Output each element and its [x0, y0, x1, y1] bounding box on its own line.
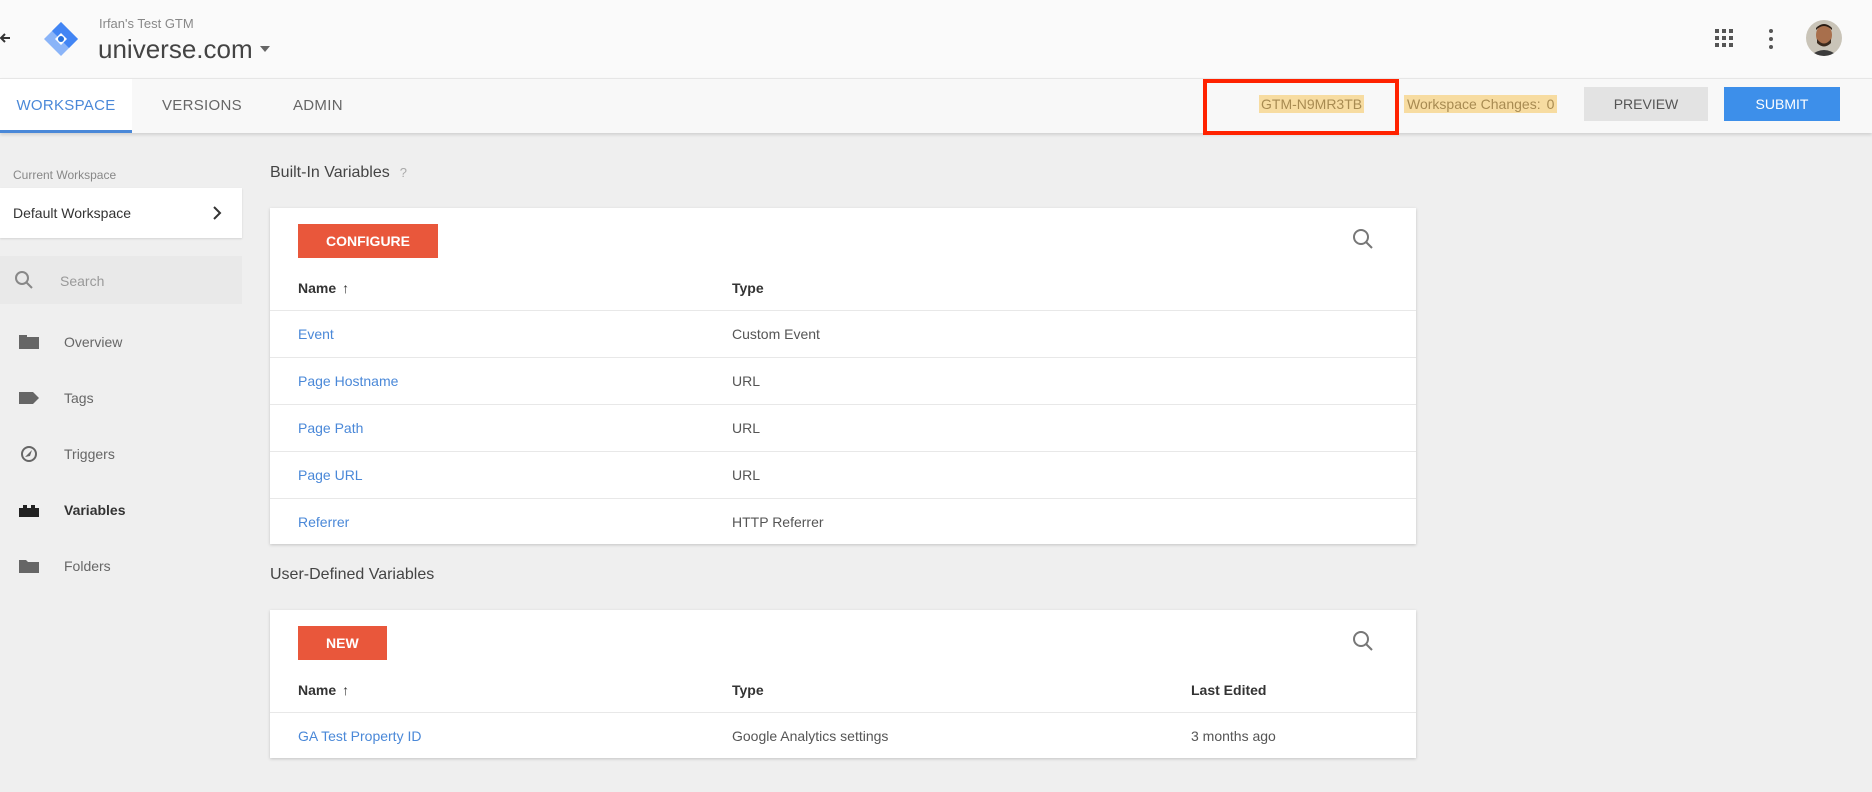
top-bar: Irfan's Test GTM universe.com	[0, 0, 1872, 78]
account-name: Irfan's Test GTM	[99, 16, 194, 31]
workspace-changes-label: Workspace Changes:	[1407, 96, 1541, 112]
variable-name-link[interactable]: Page URL	[298, 467, 363, 483]
variable-type: URL	[732, 420, 761, 436]
column-header-name-text: Name	[298, 682, 337, 698]
table-row[interactable]: Event Custom Event	[270, 310, 1416, 358]
column-header-type: Type	[732, 682, 764, 698]
tag-icon	[19, 392, 39, 404]
variable-type: HTTP Referrer	[732, 514, 824, 530]
builtin-variables-title: Built-In Variables?	[270, 164, 407, 182]
user-defined-variables-card: NEW Name ↑ Type Last Edited GA Test Prope…	[270, 610, 1416, 758]
sidebar-item-folders[interactable]: Folders	[0, 548, 242, 584]
builtin-variables-title-text: Built-In Variables	[270, 164, 390, 181]
column-header-last-edited: Last Edited	[1191, 682, 1267, 698]
column-header-name[interactable]: Name ↑	[298, 682, 349, 698]
variable-name-link[interactable]: Page Hostname	[298, 373, 398, 389]
search-input[interactable]	[58, 269, 232, 293]
workspace-changes[interactable]: Workspace Changes: 0	[1404, 95, 1558, 113]
current-workspace-name: Default Workspace	[13, 205, 132, 221]
variable-type: Google Analytics settings	[732, 728, 889, 744]
table-row[interactable]: Page Path URL	[270, 404, 1416, 452]
preview-button[interactable]: PREVIEW	[1584, 87, 1708, 121]
sidebar-item-label: Triggers	[64, 446, 115, 462]
sidebar-search	[0, 256, 242, 304]
search-icon	[15, 271, 33, 289]
variable-name-link[interactable]: Event	[298, 326, 334, 342]
column-header-name-text: Name	[298, 280, 337, 296]
help-icon[interactable]: ?	[400, 165, 407, 180]
back-arrow-icon[interactable]	[0, 28, 14, 48]
table-row[interactable]: GA Test Property ID Google Analytics set…	[270, 712, 1416, 760]
gtm-logo-icon	[44, 22, 78, 56]
container-name: universe.com	[98, 33, 253, 64]
column-header-type: Type	[732, 280, 764, 296]
variables-icon	[19, 505, 39, 517]
sidebar-item-variables[interactable]: Variables	[0, 492, 242, 528]
tab-versions[interactable]: VERSIONS	[162, 79, 242, 133]
sort-arrow-icon: ↑	[342, 682, 350, 698]
folder-icon	[19, 560, 39, 573]
sidebar-item-label: Overview	[64, 334, 123, 350]
workspace-changes-count: 0	[1546, 96, 1555, 112]
variable-type: Custom Event	[732, 326, 820, 342]
tab-workspace[interactable]: WORKSPACE	[0, 79, 132, 133]
sidebar-item-triggers[interactable]: Triggers	[0, 436, 242, 472]
variable-name-link[interactable]: GA Test Property ID	[298, 728, 421, 744]
overview-icon	[19, 335, 39, 349]
avatar[interactable]	[1806, 20, 1842, 56]
sidebar-item-tags[interactable]: Tags	[0, 380, 242, 416]
sidebar-item-overview[interactable]: Overview	[0, 324, 242, 360]
trigger-icon	[21, 446, 37, 462]
tab-admin[interactable]: ADMIN	[293, 79, 343, 133]
variable-type: URL	[732, 467, 761, 483]
table-row[interactable]: Page URL URL	[270, 451, 1416, 499]
chevron-right-icon	[213, 206, 222, 220]
variable-name-link[interactable]: Page Path	[298, 420, 363, 436]
submit-button[interactable]: SUBMIT	[1724, 87, 1840, 121]
sidebar-item-label: Tags	[64, 390, 94, 406]
last-edited: 3 months ago	[1191, 728, 1276, 744]
search-icon[interactable]	[1352, 228, 1374, 250]
container-selector[interactable]: universe.com	[98, 34, 271, 64]
caret-down-icon	[259, 46, 270, 52]
builtin-variables-card: CONFIGURE Name ↑ Type Event Custom Event …	[270, 208, 1416, 544]
workspace-selector[interactable]: Default Workspace	[0, 188, 242, 238]
table-row[interactable]: Page Hostname URL	[270, 357, 1416, 405]
avatar-image	[1806, 20, 1842, 56]
container-id-highlight-box	[1203, 79, 1399, 135]
table-row[interactable]: Referrer HTTP Referrer	[270, 498, 1416, 546]
new-variable-button[interactable]: NEW	[298, 626, 387, 660]
column-header-name[interactable]: Name ↑	[298, 280, 349, 296]
variable-name-link[interactable]: Referrer	[298, 514, 349, 530]
current-workspace-label: Current Workspace	[13, 168, 117, 182]
search-icon[interactable]	[1352, 630, 1374, 652]
apps-grid-icon[interactable]	[1714, 28, 1734, 48]
sort-arrow-icon: ↑	[342, 280, 350, 296]
sidebar-item-label: Variables	[64, 502, 126, 518]
variable-type: URL	[732, 373, 761, 389]
sidebar-item-label: Folders	[64, 558, 111, 574]
more-vert-icon[interactable]	[1764, 28, 1778, 50]
user-defined-variables-title: User-Defined Variables	[270, 566, 435, 583]
configure-button[interactable]: CONFIGURE	[298, 224, 438, 258]
